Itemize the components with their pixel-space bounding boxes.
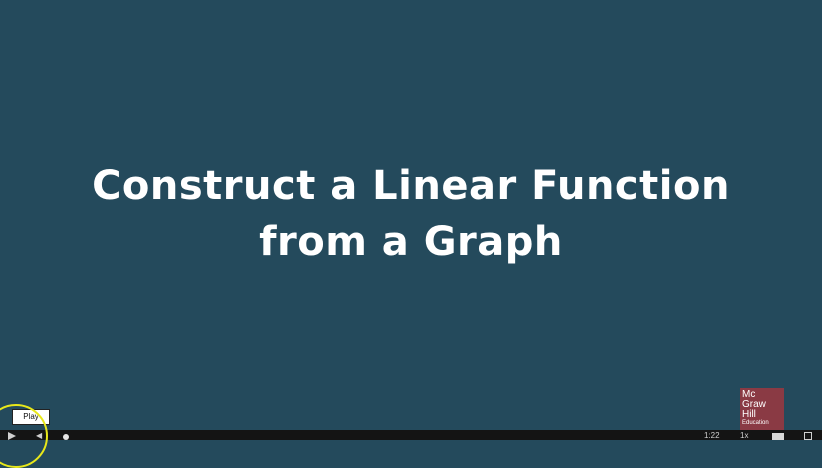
logo-line-4: Education [742, 420, 769, 426]
play-icon[interactable] [8, 432, 16, 440]
player-controls-bar [0, 430, 822, 440]
captions-icon[interactable] [772, 433, 784, 440]
playback-speed-button[interactable]: 1x [740, 431, 748, 440]
video-stage[interactable]: Construct a Linear Function from a Graph… [0, 0, 822, 430]
slide-title: Construct a Linear Function from a Graph [0, 158, 822, 270]
slide-title-line-1: Construct a Linear Function [92, 163, 730, 209]
volume-icon[interactable]: ◀ [36, 432, 44, 440]
progress-handle[interactable] [63, 434, 69, 440]
mcgraw-hill-logo: Mc Graw Hill Education [740, 388, 784, 430]
slide-title-line-2: from a Graph [259, 219, 563, 265]
play-tooltip: Play [12, 409, 50, 425]
fullscreen-icon[interactable] [804, 432, 812, 440]
current-time: 1:22 [704, 431, 720, 440]
logo-line-3: Hill [742, 409, 756, 420]
